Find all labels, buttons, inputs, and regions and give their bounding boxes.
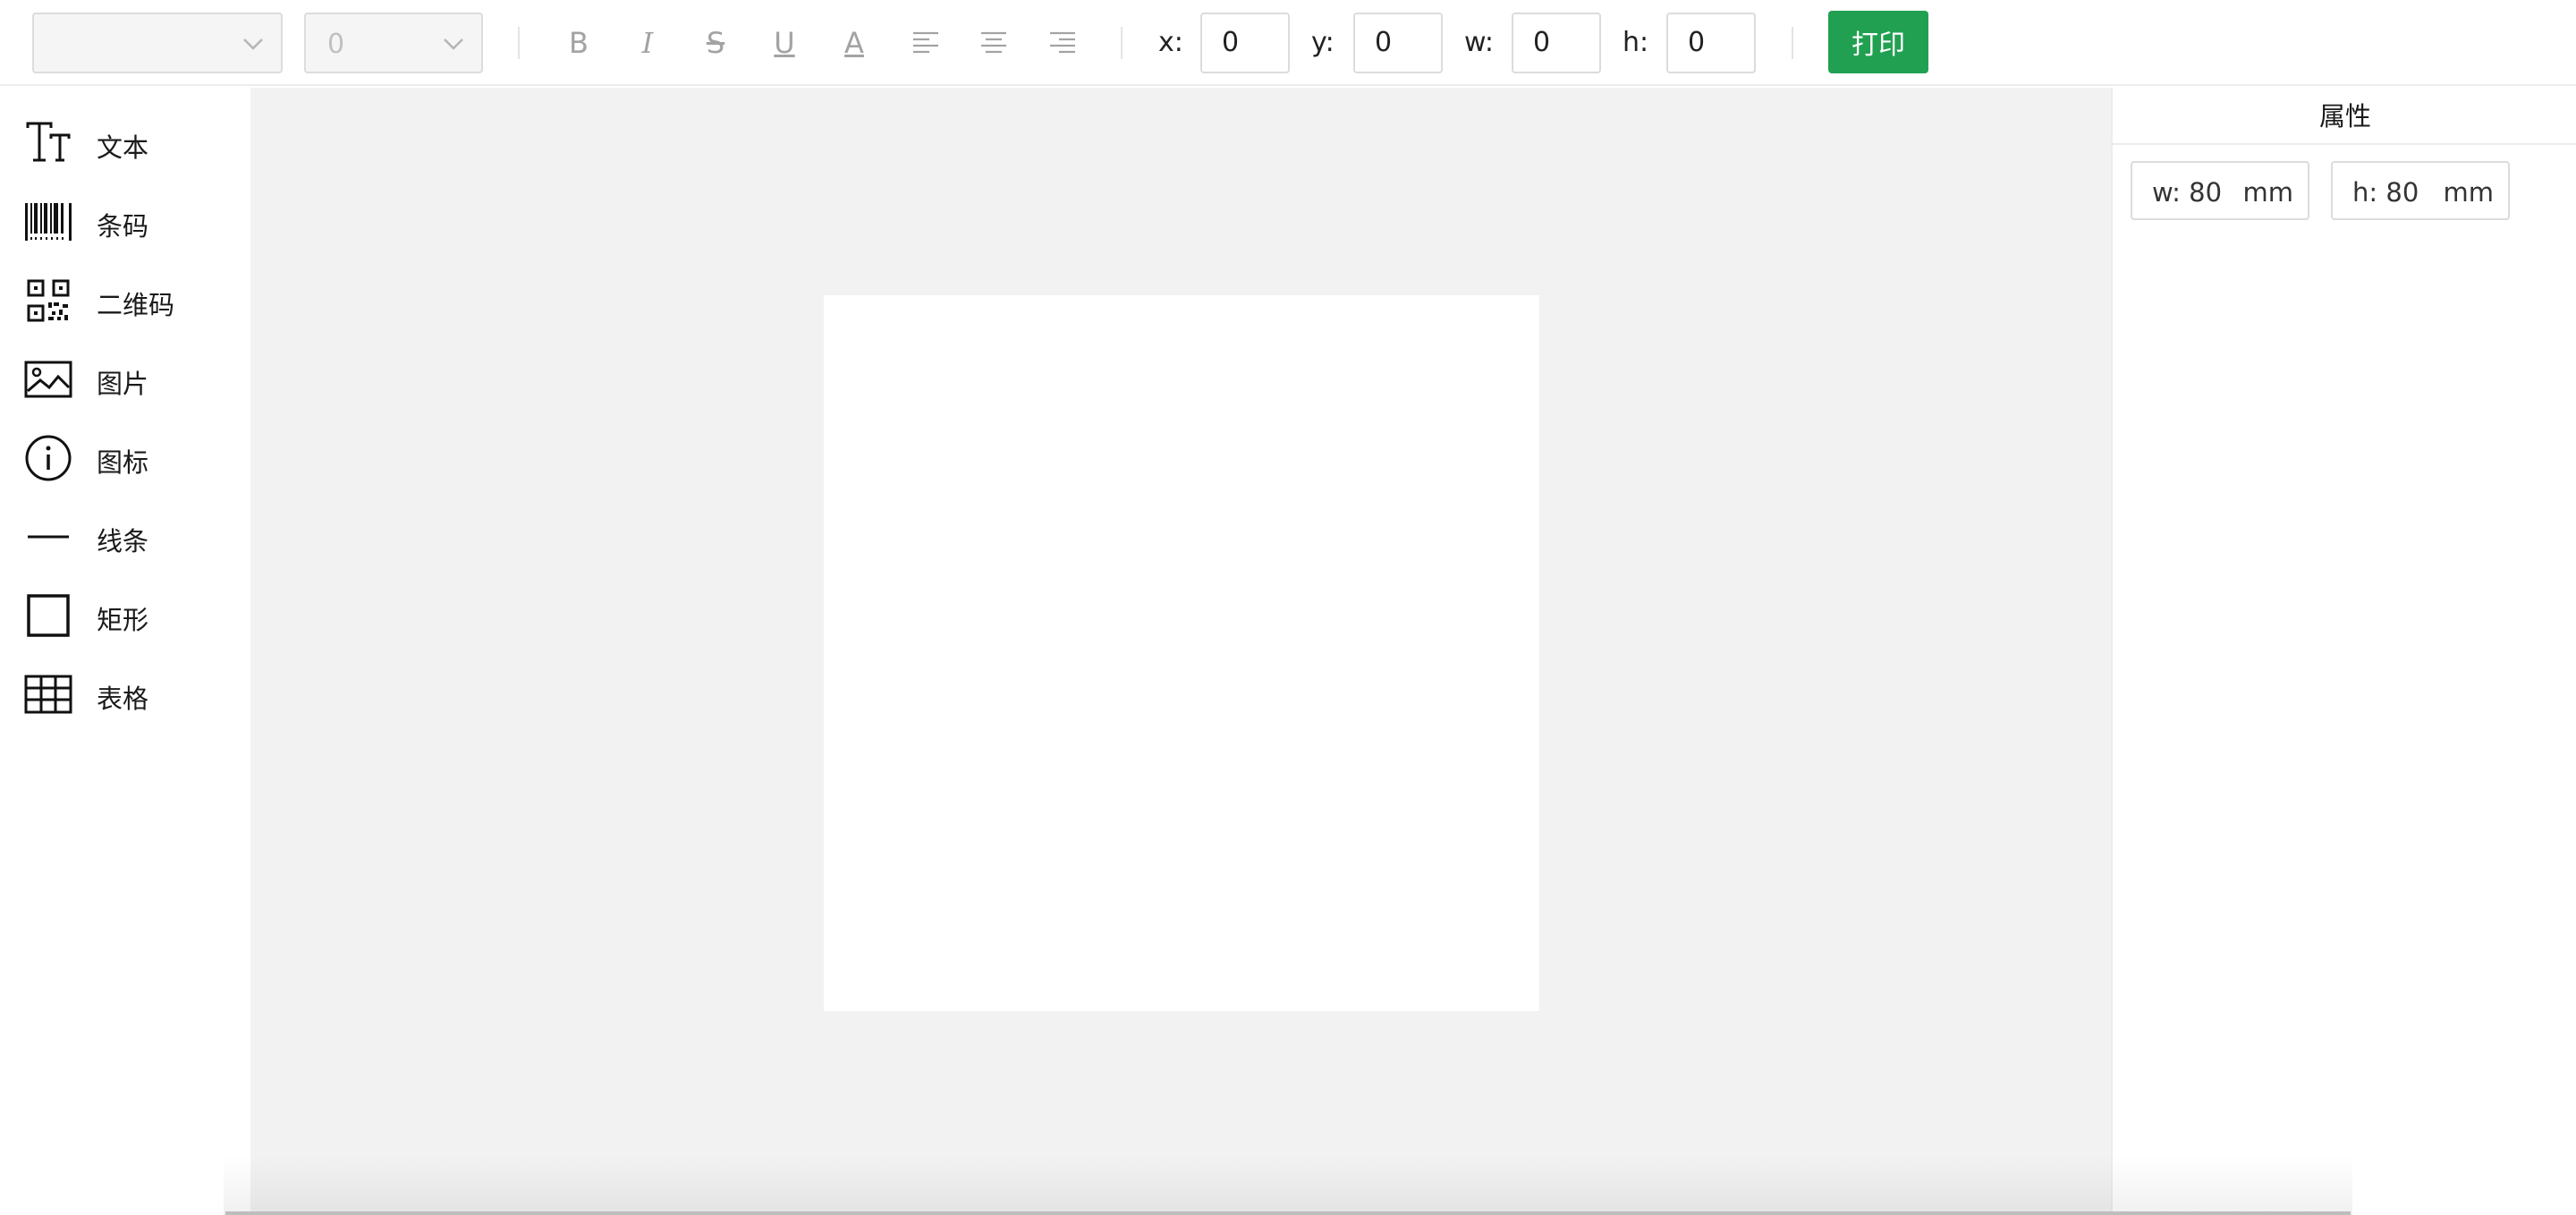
strikethrough-icon: S xyxy=(706,26,725,60)
w-input[interactable]: 0 xyxy=(1512,13,1601,73)
palette-item-label: 线条 xyxy=(97,526,149,557)
palette-item-label: 条码 xyxy=(97,211,149,242)
font-size-value: 0 xyxy=(327,29,345,60)
italic-button[interactable]: I xyxy=(624,20,671,66)
chevron-down-icon xyxy=(243,38,263,50)
strikethrough-button[interactable]: S xyxy=(692,20,739,66)
rectangle-icon xyxy=(21,589,75,642)
x-label: x: xyxy=(1158,27,1183,58)
palette-item-label: 二维码 xyxy=(97,290,175,320)
font-family-select[interactable] xyxy=(32,13,283,73)
paper-width-field[interactable]: w: 80 mm xyxy=(2131,161,2309,220)
align-center-button[interactable] xyxy=(970,20,1017,66)
paper-height-value: h: 80 xyxy=(2352,177,2419,208)
underline-button[interactable]: U xyxy=(761,20,808,66)
align-center-icon xyxy=(981,31,1006,54)
h-input[interactable]: 0 xyxy=(1666,13,1756,73)
chevron-down-icon xyxy=(444,38,463,50)
label-paper[interactable] xyxy=(824,295,1539,1011)
align-left-icon xyxy=(913,31,938,54)
table-icon xyxy=(21,667,75,721)
text-color-button[interactable]: A xyxy=(831,20,877,66)
font-size-select[interactable]: 0 xyxy=(304,13,483,73)
palette-item-table[interactable]: 表格 xyxy=(0,658,250,730)
x-input[interactable]: 0 xyxy=(1200,13,1290,73)
paper-height-unit: mm xyxy=(2443,177,2495,208)
align-right-icon xyxy=(1050,31,1075,54)
text-icon xyxy=(21,116,75,170)
qrcode-icon xyxy=(21,274,75,327)
toolbar-divider xyxy=(1792,27,1793,59)
toolbar-divider xyxy=(518,27,520,59)
palette-item-image[interactable]: 图片 xyxy=(0,344,250,415)
toolbar: 0 B I S U A x: 0 y: 0 w: 0 h: 0 打印 xyxy=(0,0,2576,86)
bold-icon: B xyxy=(569,26,589,60)
design-canvas[interactable] xyxy=(250,88,2111,1215)
bottom-scrollbar[interactable] xyxy=(225,1211,2351,1215)
palette-item-label: 文本 xyxy=(97,132,149,163)
palette-item-icon[interactable]: 图标 xyxy=(0,422,250,494)
italic-icon: I xyxy=(641,26,654,60)
info-icon xyxy=(21,431,75,485)
palette-item-rectangle[interactable]: 矩形 xyxy=(0,580,250,651)
toolbar-divider xyxy=(1121,27,1123,59)
paper-width-value: w: 80 xyxy=(2152,177,2223,208)
align-left-button[interactable] xyxy=(902,20,949,66)
h-label: h: xyxy=(1623,27,1649,58)
palette-item-label: 图标 xyxy=(97,447,149,478)
bold-button[interactable]: B xyxy=(555,20,602,66)
paper-height-field[interactable]: h: 80 mm xyxy=(2331,161,2510,220)
component-palette: 文本 条码 二维码 图片 图标 线条 矩形 表格 xyxy=(0,88,250,1215)
paper-width-unit: mm xyxy=(2242,177,2294,208)
palette-item-label: 矩形 xyxy=(97,605,149,635)
palette-item-text[interactable]: 文本 xyxy=(0,107,250,179)
palette-item-qrcode[interactable]: 二维码 xyxy=(0,265,250,336)
image-icon xyxy=(21,353,75,406)
print-button[interactable]: 打印 xyxy=(1828,11,1928,73)
line-icon xyxy=(21,510,75,564)
barcode-icon xyxy=(21,195,75,249)
text-color-icon: A xyxy=(844,26,864,60)
properties-title: 属性 xyxy=(2113,88,2576,145)
palette-item-label: 图片 xyxy=(97,369,149,399)
underline-icon: U xyxy=(774,26,795,60)
palette-item-line[interactable]: 线条 xyxy=(0,501,250,573)
palette-item-barcode[interactable]: 条码 xyxy=(0,186,250,258)
properties-panel: 属性 w: 80 mm h: 80 mm xyxy=(2111,88,2576,1215)
w-label: w: xyxy=(1464,27,1495,58)
palette-item-label: 表格 xyxy=(97,684,149,714)
align-right-button[interactable] xyxy=(1039,20,1086,66)
y-label: y: xyxy=(1311,27,1335,58)
y-input[interactable]: 0 xyxy=(1353,13,1443,73)
